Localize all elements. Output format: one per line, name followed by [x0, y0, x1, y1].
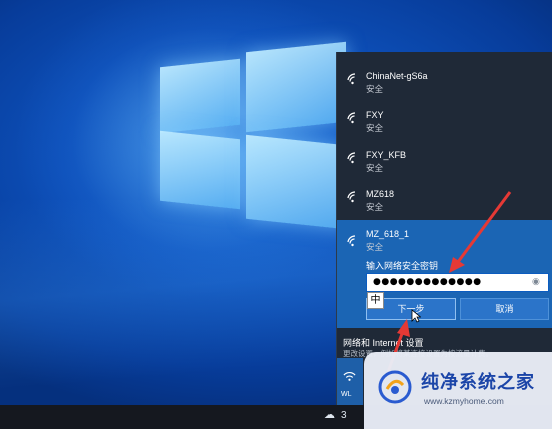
- password-input[interactable]: ●●●●●●●●●●●●● ◉: [366, 273, 549, 292]
- windows-logo-pane-tl: [160, 58, 240, 134]
- network-name: FXY_KFB: [366, 150, 407, 160]
- network-name: MZ_618_1: [366, 229, 410, 239]
- network-item-fxy[interactable]: FXY 安全: [337, 101, 552, 140]
- network-status: 安全: [366, 123, 384, 133]
- network-name: MZ618: [366, 189, 395, 199]
- wifi-icon: [347, 235, 356, 247]
- network-status: 安全: [366, 84, 384, 94]
- cancel-button[interactable]: 取消: [460, 298, 549, 320]
- windows-logo-pane-br: [246, 134, 346, 230]
- wifi-icon: [347, 112, 356, 124]
- watermark-logo-icon: [378, 370, 412, 404]
- network-name: ChinaNet-gS6a: [366, 71, 428, 81]
- network-name: FXY: [366, 110, 384, 120]
- watermark-title: 纯净系统之家: [421, 372, 535, 393]
- network-item-chinanet[interactable]: ChinaNet-gS6a 安全: [337, 62, 552, 101]
- windows-logo-pane-bl: [160, 130, 240, 210]
- wifi-icon: [343, 371, 356, 381]
- eye-icon[interactable]: ◉: [532, 277, 544, 288]
- network-status: 安全: [366, 163, 384, 173]
- ime-indicator[interactable]: 中: [367, 292, 384, 309]
- password-label: 输入网络安全密钥: [366, 261, 439, 271]
- wifi-icon: [347, 73, 356, 85]
- watermark-url: www.kzmyhome.com: [424, 396, 504, 406]
- tray-text: 3: [341, 410, 347, 421]
- network-status: 安全: [366, 202, 384, 212]
- weather-cloud-icon[interactable]: ☁: [324, 410, 338, 421]
- quick-tile-label: WL: [341, 391, 352, 398]
- wifi-icon: [347, 152, 356, 164]
- network-item-mz618[interactable]: MZ618 安全: [337, 180, 552, 219]
- network-item-fxy-kfb[interactable]: FXY_KFB 安全: [337, 141, 552, 180]
- wifi-icon: [347, 191, 356, 203]
- wifi-quick-tile[interactable]: WL: [337, 358, 363, 405]
- network-status: 安全: [366, 242, 384, 252]
- mouse-cursor-icon: [411, 309, 421, 323]
- watermark: 纯净系统之家 www.kzmyhome.com: [364, 352, 552, 429]
- password-value: ●●●●●●●●●●●●●: [373, 277, 482, 287]
- windows-logo-pane-tr: [246, 41, 346, 133]
